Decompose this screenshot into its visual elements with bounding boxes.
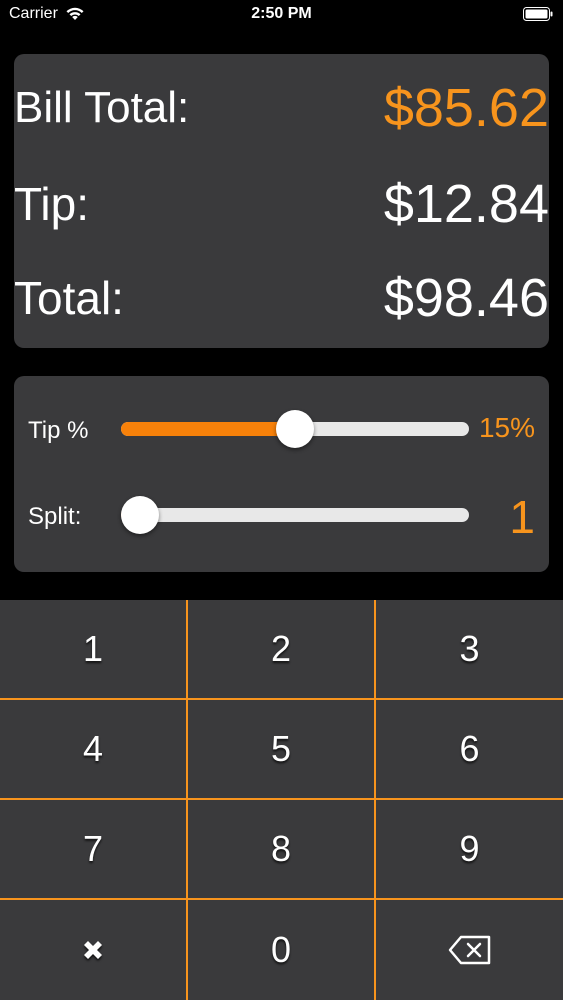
backspace-icon (448, 935, 492, 965)
key-5[interactable]: 5 (188, 700, 374, 798)
bill-total-value[interactable]: $85.62 (384, 77, 549, 139)
battery-icon (523, 7, 553, 21)
keypad: 1 2 3 4 5 6 7 8 9 0 (0, 600, 563, 1000)
key-6[interactable]: 6 (376, 700, 563, 798)
clear-key[interactable] (0, 900, 186, 1000)
key-8[interactable]: 8 (188, 800, 374, 898)
x-icon (79, 936, 107, 964)
split-label: Split: (28, 503, 82, 530)
tip-label: Tip: (14, 178, 89, 230)
tip-calculator-screen: Carrier 2:50 PM Bill Total: $85.62 Tip: (0, 0, 563, 1000)
key-2[interactable]: 2 (188, 600, 374, 698)
key-4[interactable]: 4 (0, 700, 186, 798)
split-slider-thumb[interactable] (121, 496, 159, 534)
status-bar: Carrier 2:50 PM (0, 0, 563, 30)
bill-total-label: Bill Total: (14, 83, 190, 132)
tip-percent-value: 15% (478, 412, 535, 443)
split-row: Split: 1 (28, 490, 535, 543)
key-0[interactable]: 0 (188, 900, 374, 1000)
tip-percent-label: Tip % (28, 417, 89, 444)
tip-percent-slider-fill (121, 422, 295, 436)
tip-value: $12.84 (383, 174, 549, 234)
split-value: 1 (509, 491, 535, 543)
bill-total-row: Bill Total: $85.62 (14, 78, 549, 138)
key-3[interactable]: 3 (376, 600, 563, 698)
split-slider[interactable] (121, 496, 469, 534)
key-1[interactable]: 1 (0, 600, 186, 698)
tip-percent-slider[interactable] (121, 410, 469, 448)
tip-percent-row: Tip % 15% (28, 404, 535, 454)
key-9[interactable]: 9 (376, 800, 563, 898)
total-label: Total: (14, 272, 124, 324)
tip-percent-slider-thumb[interactable] (276, 410, 314, 448)
tip-row: Tip: $12.84 (14, 174, 549, 234)
status-time: 2:50 PM (251, 5, 312, 22)
backspace-key[interactable] (376, 900, 563, 1000)
total-row: Total: $98.46 (14, 268, 549, 328)
total-value: $98.46 (383, 268, 549, 328)
key-7[interactable]: 7 (0, 800, 186, 898)
